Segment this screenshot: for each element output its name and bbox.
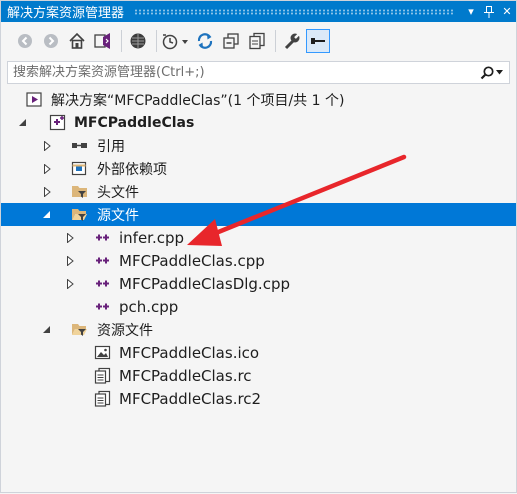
toolbar-separator [156,30,157,52]
home-button[interactable] [65,29,89,53]
expanded-icon[interactable] [42,325,52,335]
preview-icon [130,33,146,49]
collapsed-icon[interactable] [42,163,52,174]
tree-item-source-files[interactable]: 源文件 [1,203,516,226]
tree-item-label: infer.cpp [119,228,185,247]
preview-button[interactable] [126,29,150,53]
sync-button[interactable] [193,29,217,53]
tree-item-label: 引用 [97,138,125,155]
collapsed-icon[interactable] [42,186,52,197]
copy-icon [249,32,265,50]
back-button[interactable] [13,29,37,53]
collapse-all-icon [223,33,239,49]
collapsed-icon[interactable] [42,140,52,151]
cpp-project-icon [49,114,66,131]
search-button[interactable] [473,62,509,83]
solution-icon [26,91,43,108]
tree-item-file[interactable]: MFCPaddleClas.rc2 [1,387,516,410]
toolbar [1,23,516,59]
tree-item-label: MFCPaddleClas.rc [119,366,252,385]
search-input[interactable] [8,64,473,81]
window-position-dropdown[interactable]: ▾ [462,1,480,22]
tree-item-label: pch.cpp [119,297,179,316]
search-icon [480,65,494,79]
toolbar-separator [121,30,122,52]
image-file-icon [94,344,111,361]
references-icon [71,137,88,154]
tree-item-resource-files[interactable]: 资源文件 [1,318,516,341]
tree-item-project[interactable]: MFCPaddleClas [1,111,516,134]
search-box [7,61,510,84]
tree-item-label: 源文件 [97,207,139,224]
tree-item-references[interactable]: 引用 [1,134,516,157]
copy-button[interactable] [245,29,269,53]
show-all-files-button[interactable] [306,29,330,53]
solution-tree: 解决方案“MFCPaddleClas”(1 个项目/共 1 个) MFCPadd… [1,88,516,410]
cpp-file-icon [94,252,111,269]
panel-title: 解决方案资源管理器 [7,6,125,21]
back-icon [18,34,32,48]
switch-views-icon [94,33,110,49]
tree-item-file[interactable]: infer.cpp [1,226,516,249]
collapsed-icon[interactable] [65,255,75,266]
tree-item-label: MFCPaddleClasDlg.cpp [119,274,290,293]
collapsed-icon[interactable] [65,278,75,289]
collapsed-icon[interactable] [65,232,75,243]
cpp-file-icon [94,229,111,246]
title-bar: 解决方案资源管理器 ▾ ✕ [1,1,516,22]
tree-item-file[interactable]: MFCPaddleClas.ico [1,341,516,364]
auto-hide-button[interactable] [480,1,498,22]
tree-item-file[interactable]: MFCPaddleClas.rc [1,364,516,387]
switch-views-button[interactable] [91,29,115,53]
forward-icon [44,34,58,48]
tree-item-label: MFCPaddleClas [74,114,195,131]
tree-item-label: MFCPaddleClas.rc2 [119,389,262,408]
expanded-icon[interactable] [42,210,52,220]
tree-item-label: MFCPaddleClas.ico [119,343,260,362]
tree-item-file[interactable]: MFCPaddleClas.cpp [1,249,516,272]
resource-file-icon [94,390,111,407]
solution-explorer-panel: 解决方案资源管理器 ▾ ✕ 搜索解决方案资源管理器(Ctrl+;) 解决方案“M… [0,0,517,493]
close-icon: ✕ [502,5,512,18]
pin-icon [484,5,494,18]
tree-item-label: MFCPaddleClas.cpp [119,251,265,270]
chevron-down-icon [495,70,503,75]
tree-item-label: 解决方案“MFCPaddleClas”(1 个项目/共 1 个) [51,92,345,109]
cpp-file-icon [94,275,111,292]
expanded-icon[interactable] [18,118,28,128]
tree-item-file[interactable]: MFCPaddleClasDlg.cpp [1,272,516,295]
toolbar-separator [275,30,276,52]
wrench-icon [284,33,300,50]
dropdown-icon: ▾ [468,5,474,18]
tree-item-header-files[interactable]: 头文件 [1,180,516,203]
filter-folder-open-icon [71,206,88,223]
close-button[interactable]: ✕ [498,1,516,22]
collapse-all-button[interactable] [219,29,243,53]
external-dependencies-icon [71,160,88,177]
tree-item-label: 外部依赖项 [97,161,167,178]
title-grip[interactable] [134,8,454,15]
resource-file-icon [94,367,111,384]
home-icon [69,32,85,49]
tree-item-external-dependencies[interactable]: 外部依赖项 [1,157,516,180]
sync-icon [197,33,213,49]
forward-button[interactable] [39,29,63,53]
show-all-files-icon [311,38,325,44]
tree-item-solution[interactable]: 解决方案“MFCPaddleClas”(1 个项目/共 1 个) [1,88,516,111]
cpp-file-icon [94,298,111,315]
pending-changes-filter-button[interactable] [161,29,191,53]
clock-dropdown-icon [162,34,188,50]
tree-item-file[interactable]: pch.cpp [1,295,516,318]
properties-button[interactable] [280,29,304,53]
tree-item-label: 资源文件 [97,322,153,339]
tree-item-label: 头文件 [97,184,139,201]
filter-folder-open-icon [71,321,88,338]
filter-folder-icon [71,183,88,200]
